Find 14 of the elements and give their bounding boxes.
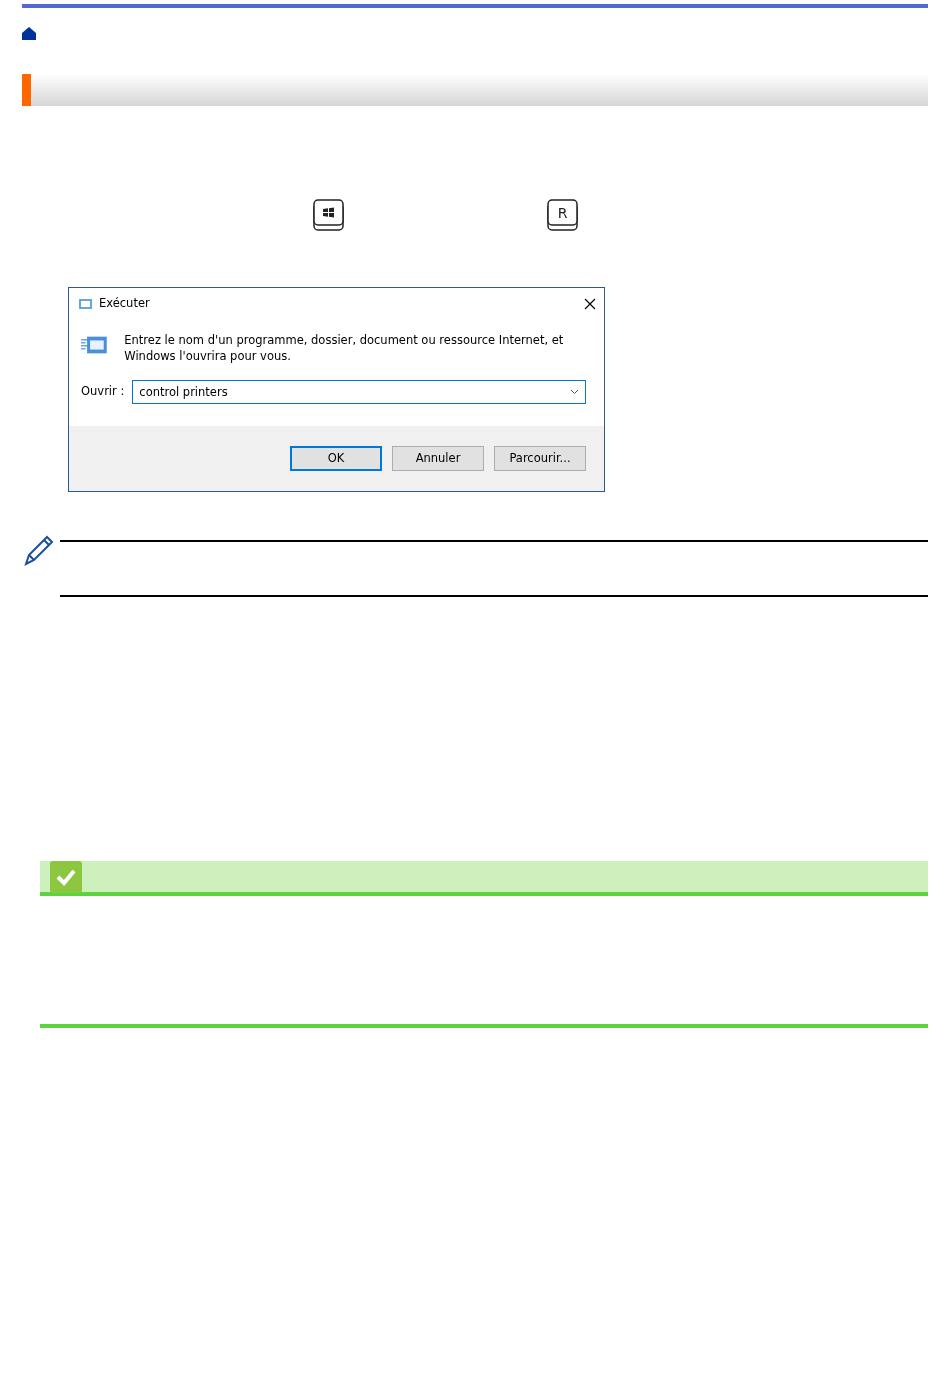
command-input[interactable]: control printers: [132, 380, 586, 404]
home-icon[interactable]: [22, 27, 36, 40]
pencil-icon: [22, 534, 54, 566]
key-icon: [313, 199, 344, 231]
dialog-message: Entrez le nom d'un programme, dossier, document ou ressource Internet, et Windows l'ouvrira pour vous.: [124, 332, 565, 364]
dialog-button[interactable]: OK: [290, 446, 382, 471]
dialog-button[interactable]: Annuler: [392, 446, 484, 471]
open-label: Ouvrir :: [81, 383, 125, 401]
dialog-button[interactable]: Parcourir...: [494, 446, 586, 471]
run-icon: [77, 298, 93, 310]
close-icon[interactable]: [584, 298, 596, 310]
window-title: Exécuter: [99, 295, 150, 313]
dropdown-icon[interactable]: [570, 389, 579, 395]
checkmark-icon: [50, 860, 82, 893]
